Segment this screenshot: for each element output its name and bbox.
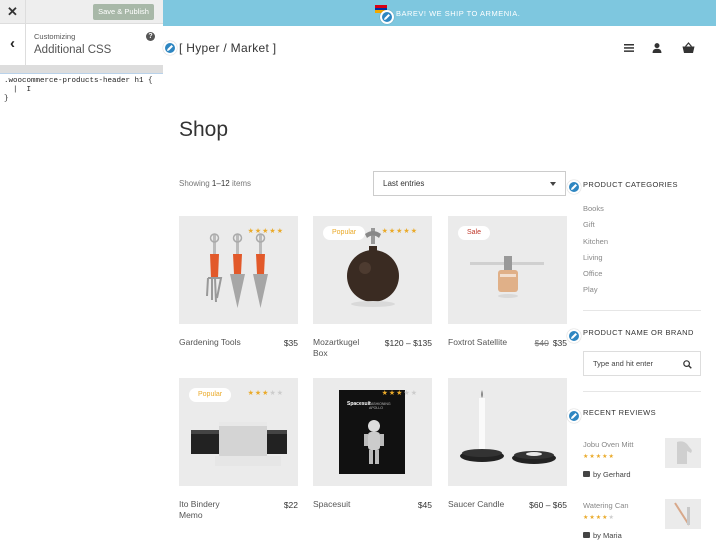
save-publish-button[interactable]: Save & Publish	[93, 4, 154, 20]
result-count-suffix: items	[229, 179, 252, 188]
category-link[interactable]: Office	[583, 269, 602, 278]
saucer-candle-illustration	[460, 390, 556, 464]
user-icon[interactable]	[651, 41, 665, 53]
search-widget-title: PRODUCT NAME OR BRAND	[583, 328, 694, 337]
customizer-panel: ✕ Save & Publish ‹ Customizing Additiona…	[0, 0, 163, 540]
review-author: by Maria	[593, 531, 622, 540]
rating-stars: ★★★★★	[247, 228, 284, 235]
review-product-link[interactable]: Jobu Oven Mitt	[583, 440, 633, 449]
result-count-prefix: Showing	[179, 179, 212, 188]
product-name[interactable]: Ito Bindery Memo	[179, 499, 241, 521]
customizer-topbar: ✕ Save & Publish	[0, 0, 163, 24]
rating-stars: ★★★★★	[381, 228, 418, 235]
result-count-range: 1–12	[211, 179, 230, 188]
product-price: $35	[283, 338, 298, 348]
category-link[interactable]: Books	[583, 204, 604, 213]
rating-stars: ★★★★★	[247, 390, 284, 397]
comment-icon	[583, 471, 590, 477]
editor-toolbar-strip	[0, 66, 163, 74]
sort-select[interactable]: Last entries	[373, 171, 566, 196]
customizing-label: Customizing	[34, 32, 76, 41]
search-placeholder: Type and hit enter	[593, 359, 654, 368]
site-preview: BAREV! WE SHIP TO ARMENIA. [ Hyper / Mar…	[163, 0, 716, 540]
review-rating-stars: ★★★★★	[583, 454, 615, 460]
categories-widget-title: PRODUCT CATEGORIES	[583, 180, 678, 189]
page-title: Shop	[179, 118, 229, 141]
product-name[interactable]: Foxtrot Satellite	[448, 337, 510, 348]
category-link[interactable]: Play	[583, 285, 598, 294]
edit-shortcut-icon[interactable]	[380, 10, 394, 24]
banner-text: BAREV! WE SHIP TO ARMENIA.	[396, 9, 521, 18]
sale-badge: Sale	[458, 226, 491, 240]
watering-can-illustration	[674, 502, 690, 526]
section-title: Additional CSS	[34, 44, 112, 56]
code-line: .woocommerce-products-header h1 {	[4, 77, 153, 85]
oven-mitt-illustration	[677, 441, 692, 464]
edit-shortcut-icon[interactable]	[567, 180, 581, 194]
close-icon[interactable]: ✕	[0, 0, 26, 24]
comment-icon	[583, 532, 590, 538]
reviews-widget-title: RECENT REVIEWS	[583, 408, 656, 417]
rating-stars: ★★★★★	[381, 390, 418, 397]
edit-shortcut-icon[interactable]	[567, 409, 581, 423]
product-price: $60 – $65	[529, 500, 567, 510]
product-name[interactable]: Mozartkugel Box	[313, 337, 375, 359]
review-product-thumbnail[interactable]	[665, 499, 701, 529]
help-icon[interactable]: ?	[146, 32, 155, 41]
product-price: $45	[417, 500, 432, 510]
code-line: | I	[4, 86, 32, 94]
sale-price: $35	[552, 338, 567, 348]
announcement-banner: BAREV! WE SHIP TO ARMENIA.	[163, 0, 716, 26]
popular-badge: Popular	[323, 226, 366, 240]
search-icon[interactable]	[683, 360, 692, 369]
review-product-link[interactable]: Watering Can	[583, 501, 629, 510]
product-price: $22	[283, 500, 298, 510]
category-link[interactable]: Gift	[583, 220, 595, 229]
css-code-editor[interactable]: .woocommerce-products-header h1 { | I}	[0, 74, 163, 540]
product-name[interactable]: Gardening Tools	[179, 337, 241, 348]
review-author: by Gerhard	[593, 470, 631, 479]
result-count: Showing 1–12 items	[179, 179, 251, 188]
category-link[interactable]: Living	[583, 253, 603, 262]
review-product-thumbnail[interactable]	[665, 438, 701, 468]
chevron-left-icon[interactable]: ‹	[0, 24, 26, 66]
widget-divider	[583, 310, 701, 311]
category-link[interactable]: Kitchen	[583, 237, 608, 246]
review-rating-stars: ★★★★★	[583, 515, 615, 521]
product-price: $120 – $135	[384, 338, 432, 348]
product-price: $40 $35	[535, 338, 567, 348]
menu-icon[interactable]	[623, 41, 637, 53]
sort-select-value: Last entries	[383, 179, 425, 188]
section-header: ‹ Customizing Additional CSS ?	[0, 24, 163, 66]
basket-icon[interactable]	[682, 41, 696, 53]
product-name[interactable]: Spacesuit	[313, 499, 375, 510]
edit-shortcut-icon[interactable]	[567, 329, 581, 343]
code-line: }	[4, 95, 9, 103]
widget-divider	[583, 391, 701, 392]
astronaut-illustration	[364, 420, 384, 464]
chevron-down-icon	[550, 182, 556, 186]
site-logo[interactable]: [ Hyper / Market ]	[179, 41, 276, 55]
book-cover: Spacesuit FASHIONING APOLLO	[339, 390, 405, 474]
product-image[interactable]	[448, 378, 567, 486]
old-price: $40	[534, 338, 549, 348]
product-search-input[interactable]: Type and hit enter	[583, 351, 701, 376]
product-name[interactable]: Saucer Candle	[448, 499, 510, 510]
popular-badge: Popular	[189, 388, 232, 402]
edit-shortcut-icon[interactable]	[163, 41, 177, 55]
